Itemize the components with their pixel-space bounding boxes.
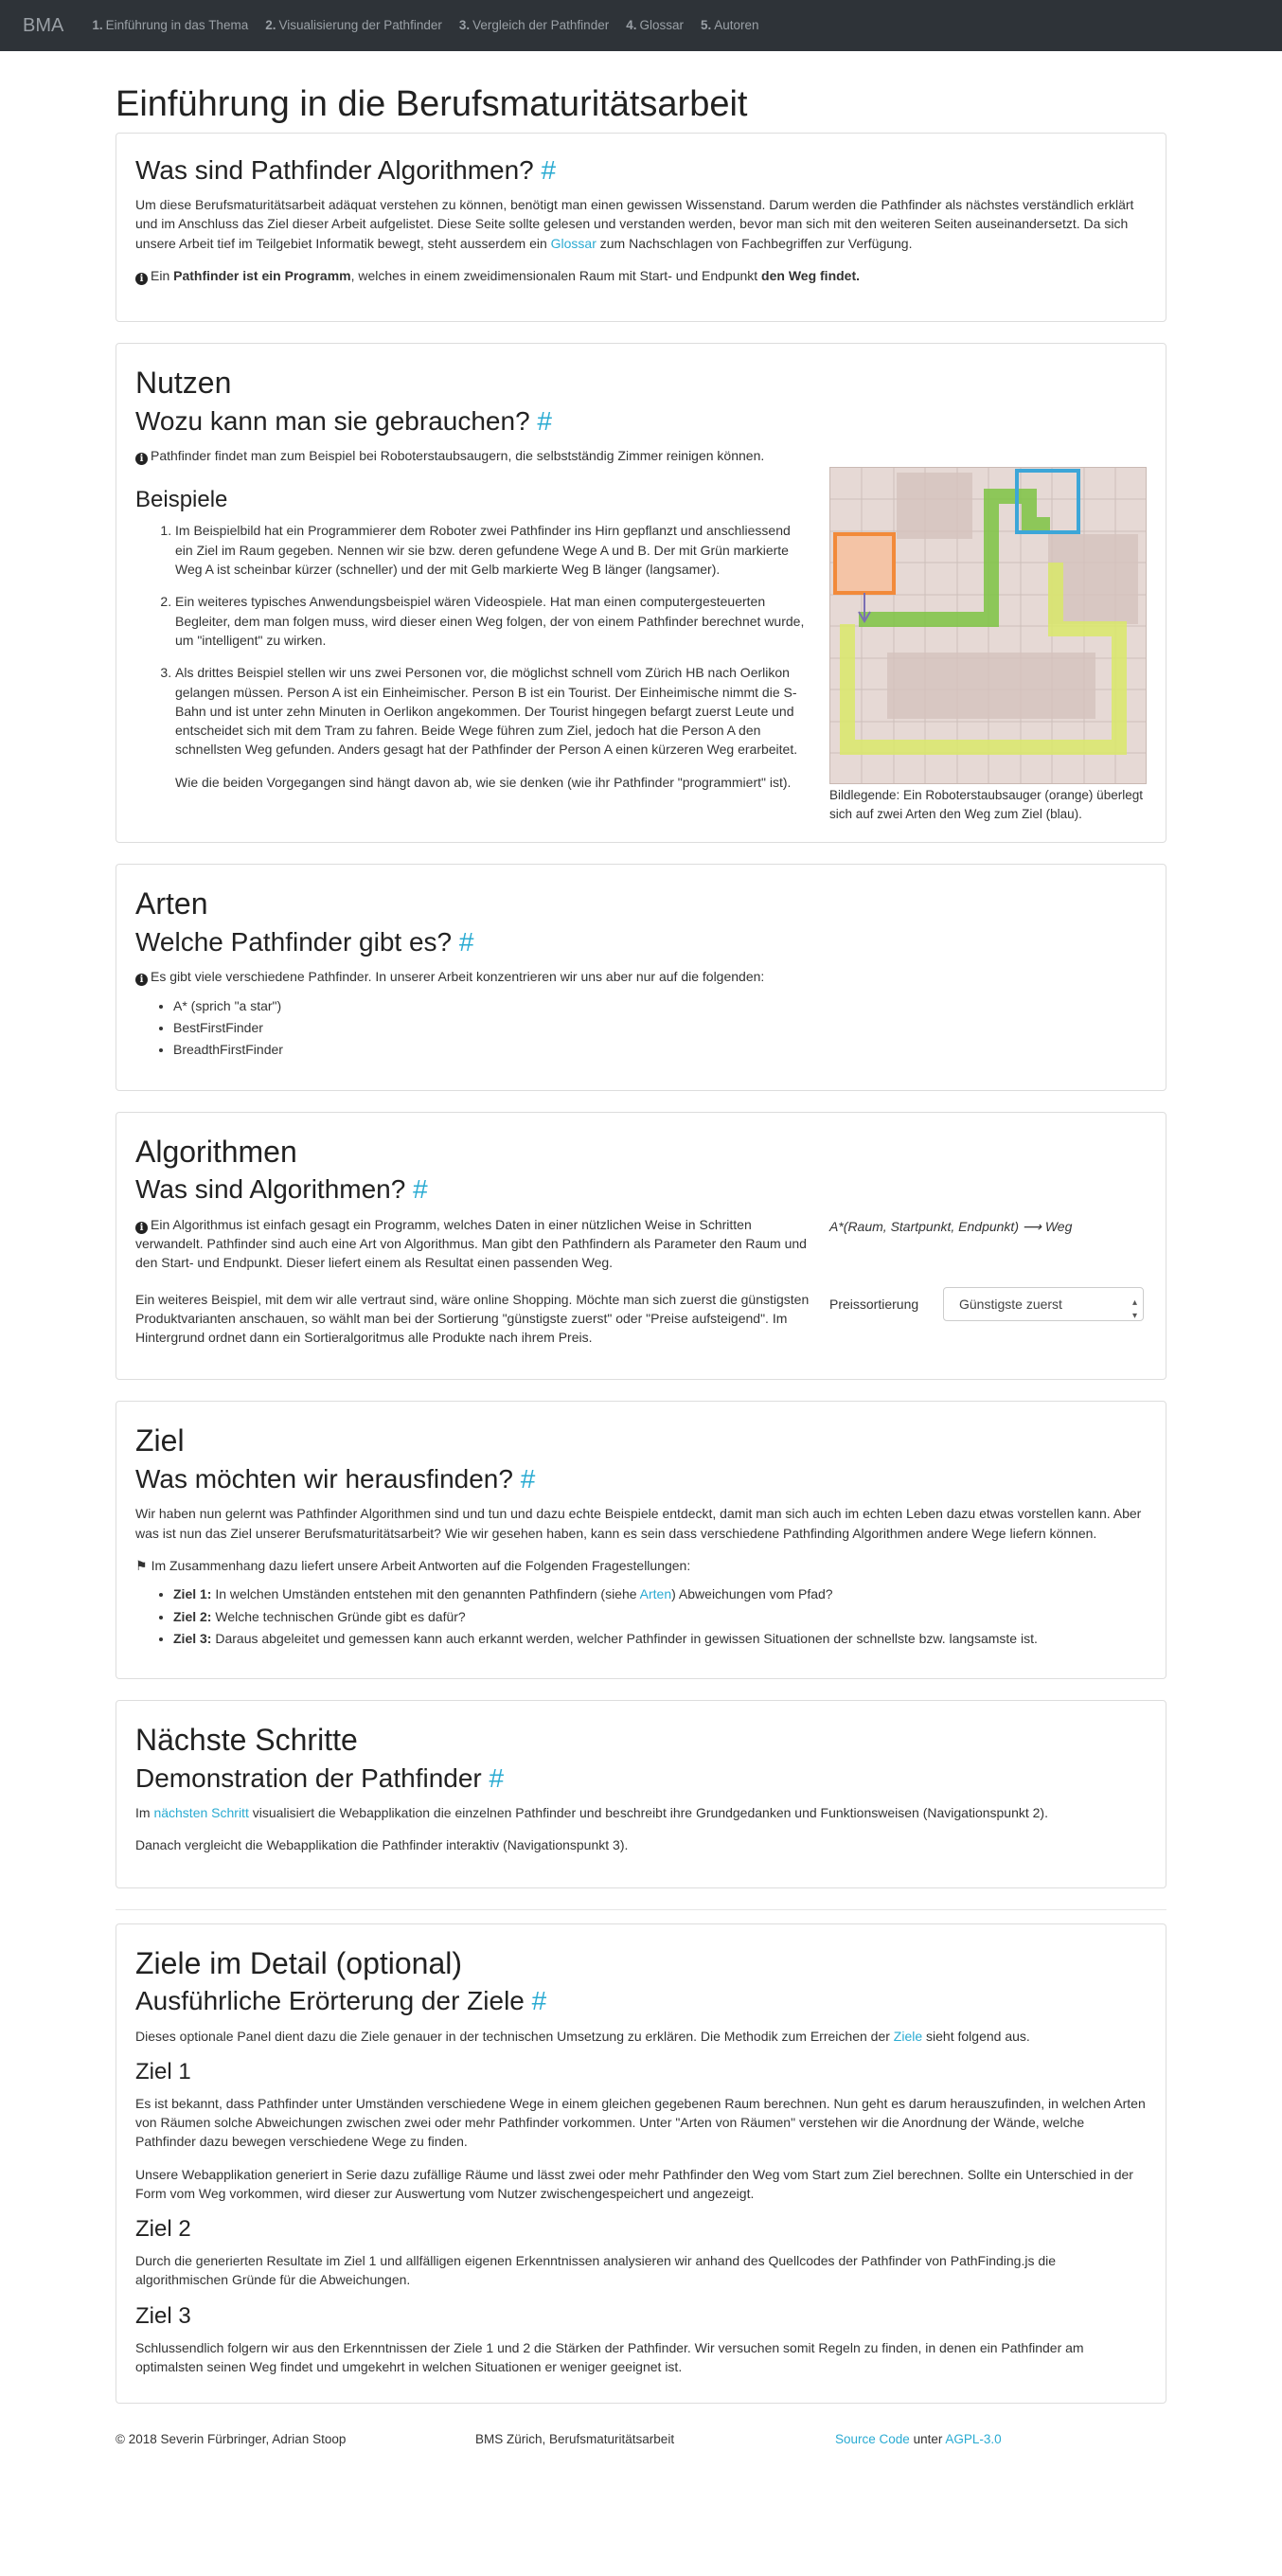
panel-arten: Arten Welche Pathfinder gibt es? # i Es g… [116, 864, 1166, 1091]
license-link[interactable]: AGPL-3.0 [945, 2432, 1001, 2446]
glossar-link[interactable]: Glossar [551, 236, 596, 251]
panel-algorithmen: Algorithmen Was sind Algorithmen? # i Ein… [116, 1111, 1166, 1381]
section-heading: Welche Pathfinder gibt es? # [135, 926, 474, 957]
ziel1-title: Ziel 1 [135, 2059, 191, 2085]
anchor-link[interactable]: # [413, 1174, 428, 1204]
ziel1-text: Es ist bekannt, dass Pathfinder unter Um… [135, 2095, 1146, 2150]
page-title: Einführung in die Berufsmaturitätsarbeit [116, 84, 748, 124]
info-icon: i [135, 974, 148, 987]
panel-ziel: Ziel Was möchten wir herausfinden? # Wir… [116, 1401, 1166, 1680]
next-step-link[interactable]: nächsten Schritt [153, 1805, 248, 1820]
source-info: Source Code unter AGPL-3.0 [835, 2432, 1002, 2447]
footer: © 2018 Severin Fürbringer, Adrian Stoop … [116, 2430, 1166, 2449]
anchor-link[interactable]: # [490, 1763, 505, 1793]
source-code-link[interactable]: Source Code [835, 2432, 910, 2446]
panel-nutzen: Nutzen Wozu kann man sie gebrauchen? # i… [116, 343, 1166, 844]
intro-paragraph: Um diese Berufsmaturitätsarbeit adäquat … [135, 197, 1134, 251]
detail-intro: Dieses optionale Panel dient dazu die Zi… [135, 2028, 1030, 2044]
info-text: i Ein Pathfinder ist ein Programm, welche… [135, 266, 1147, 286]
shopping-example: Ein weiteres Beispiel, mit dem wir alle … [135, 1291, 810, 1346]
section-heading: Was sind Pathfinder Algorithmen? # [135, 154, 557, 185]
list-item: Ziel 2: Welche technischen Gründe gibt e… [173, 1607, 1147, 1626]
divider [116, 1908, 1166, 1910]
info-icon: i [135, 1221, 148, 1234]
ziel3-text: Schlussendlich folgern wir aus den Erken… [135, 2339, 1084, 2374]
list-item: Ein weiteres typisches Anwendungsbeispie… [175, 592, 810, 650]
ziel-intro: Wir haben nun gelernt was Pathfinder Alg… [135, 1506, 1142, 1541]
anchor-link[interactable]: # [459, 927, 474, 957]
panel-naechste-schritte: Nächste Schritte Demonstration der Pathf… [116, 1700, 1166, 1888]
anchor-link[interactable]: # [542, 155, 557, 185]
subsection-title: Beispiele [135, 486, 228, 512]
anchor-link[interactable]: # [537, 406, 552, 436]
image-caption: Bildlegende: Ein Roboterstaubsauger (ora… [829, 788, 1143, 821]
list-item: Ziel 3: Daraus abgeleitet und gemessen k… [173, 1629, 1147, 1648]
ziel2-text: Durch die generierten Resultate im Ziel … [135, 2253, 1057, 2288]
list-item: Im Beispielbild hat ein Programmierer de… [175, 521, 810, 579]
ziel1-text-2: Unsere Webapplikation generiert in Serie… [135, 2166, 1133, 2202]
info-text: i Es gibt viele verschiedene Pathfinder. … [135, 967, 1147, 987]
copyright: © 2018 Severin Fürbringer, Adrian Stoop [116, 2432, 347, 2447]
nav-item-visualisierung[interactable]: 2. Visualisierung der Pathfinder [265, 16, 442, 35]
section-title: Ziele im Detail (optional) [135, 1945, 463, 1980]
anchor-link[interactable]: # [521, 1464, 536, 1494]
anchor-link[interactable]: # [532, 1986, 547, 2015]
section-title: Algorithmen [135, 1134, 297, 1169]
arten-link[interactable]: Arten [640, 1586, 671, 1601]
nav-item-einfuehrung[interactable]: 1. Einführung in das Thema [92, 16, 248, 35]
ziel2-title: Ziel 2 [135, 2216, 191, 2243]
robot-path-illustration [830, 468, 1146, 784]
section-heading: Was möchten wir herausfinden? # [135, 1463, 536, 1494]
flag-icon: ⚑ [135, 1558, 148, 1573]
section-title: Ziel [135, 1423, 185, 1458]
flag-text: ⚑ Im Zusammenhang dazu liefert unsere Arb… [135, 1558, 691, 1573]
robot-vacuum-image [829, 467, 1147, 785]
nav-item-autoren[interactable]: 5. Autoren [701, 16, 759, 35]
ziele-link[interactable]: Ziele [894, 2029, 922, 2044]
brand-link[interactable]: BMA [23, 12, 63, 40]
section-heading: Ausführliche Erörterung der Ziele # [135, 1986, 547, 2016]
section-title: Arten [135, 886, 208, 921]
example-list: Im Beispielbild hat ein Programmierer de… [135, 521, 810, 792]
panel-ziele-detail: Ziele im Detail (optional) Ausführliche … [116, 1923, 1166, 2405]
school-info: BMS Zürich, Berufsmaturitätsarbeit [475, 2432, 675, 2447]
sort-label: Preissortierung [829, 1296, 919, 1312]
next-step-text: Im nächsten Schritt visualisiert die Web… [135, 1805, 1048, 1821]
section-title: Nutzen [135, 366, 232, 401]
list-item: BestFirstFinder [173, 1018, 1147, 1037]
pathfinder-list: A* (sprich "a star") BestFirstFinder Bre… [135, 996, 1147, 1060]
section-heading: Demonstration der Pathfinder # [135, 1762, 505, 1793]
section-heading: Was sind Algorithmen? # [135, 1174, 428, 1205]
list-item: BreadthFirstFinder [173, 1040, 1147, 1059]
info-icon: i [135, 273, 148, 286]
panel-pathfinder-intro: Was sind Pathfinder Algorithmen? # Um di… [116, 132, 1166, 323]
nav-item-glossar[interactable]: 4. Glossar [626, 16, 684, 35]
main-container: Einführung in die Berufsmaturitätsarbeit… [116, 83, 1166, 2449]
list-item: A* (sprich "a star") [173, 996, 1147, 1015]
info-text: i Pathfinder findet man zum Beispiel bei … [135, 446, 810, 466]
sort-select[interactable]: Günstigste zuerst ▴ ▾ [943, 1286, 1144, 1322]
compare-text: Danach vergleicht die Webapplikation die… [135, 1837, 629, 1853]
formula-text: A*(Raum, Startpunkt, Endpunkt) ⟶ Weg [829, 1218, 1073, 1234]
info-text: i Ein Algorithmus ist einfach gesagt ein … [135, 1216, 807, 1271]
conclusion-text: Wie die beiden Vorgegangen sind hängt da… [175, 774, 792, 790]
goal-list: Ziel 1: In welchen Umständen entstehen m… [135, 1584, 1147, 1648]
nav-item-vergleich[interactable]: 3. Vergleich der Pathfinder [459, 16, 609, 35]
info-icon: i [135, 453, 148, 466]
list-item: Ziel 1: In welchen Umständen entstehen m… [173, 1584, 1147, 1603]
section-title: Nächste Schritte [135, 1723, 358, 1758]
section-heading: Wozu kann man sie gebrauchen? # [135, 405, 552, 436]
ziel3-title: Ziel 3 [135, 2302, 191, 2329]
list-item: Als drittes Beispiel stellen wir uns zwe… [175, 663, 810, 792]
navbar: BMA 1. Einführung in das Thema 2. Visualis… [0, 0, 1282, 51]
chevron-updown-icon: ▴ ▾ [1131, 1297, 1137, 1322]
